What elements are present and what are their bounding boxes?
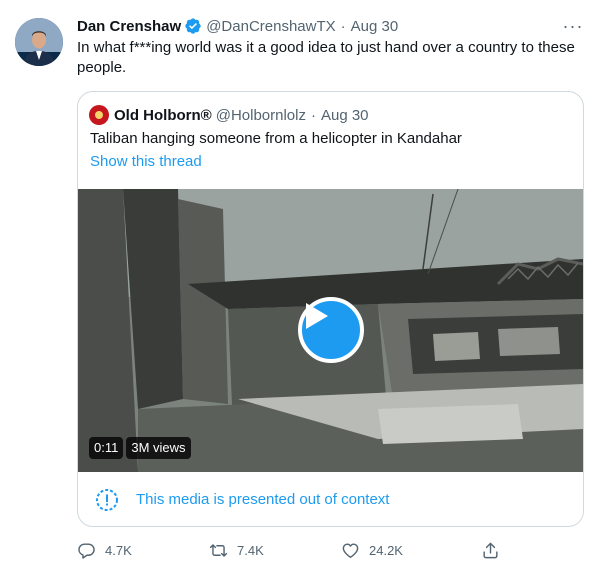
verified-badge-icon [184, 17, 202, 35]
like-button[interactable]: 24.2K [341, 538, 403, 562]
author-handle[interactable]: @DanCrenshawTX [206, 18, 335, 35]
retweet-count: 7.4K [237, 542, 264, 558]
author-avatar[interactable] [15, 18, 63, 66]
quote-author-avatar[interactable] [89, 105, 109, 125]
context-notice[interactable]: This media is presented out of context [78, 472, 583, 526]
author-name[interactable]: Dan Crenshaw [77, 18, 181, 35]
retweet-icon [209, 543, 228, 557]
share-button[interactable] [481, 538, 509, 562]
retweet-button[interactable]: 7.4K [209, 538, 264, 562]
play-icon[interactable] [298, 297, 364, 363]
context-notice-text[interactable]: This media is presented out of context [136, 491, 389, 508]
quote-author-handle[interactable]: @Holbornlolz [216, 107, 306, 124]
video-player[interactable]: 0:11 3M views [78, 189, 583, 472]
like-count: 24.2K [369, 542, 403, 558]
quote-header-separator: · [310, 106, 316, 124]
video-duration: 0:11 [89, 437, 124, 459]
tweet-text: In what f***ing world was it a good idea… [77, 39, 575, 76]
video-badges: 0:11 3M views [89, 437, 191, 459]
share-icon [483, 542, 498, 558]
tweet-actions: 4.7K 7.4K 24.2K [77, 538, 507, 562]
quote-author-name[interactable]: Old Holborn® [114, 107, 212, 124]
heart-icon [342, 542, 359, 558]
quote-text: Taliban hanging someone from a helicopte… [90, 130, 462, 147]
quote-header: Old Holborn® @Holbornlolz · Aug 30 [89, 104, 369, 126]
video-views: 3M views [126, 437, 191, 459]
reply-icon [78, 542, 95, 559]
show-thread-link[interactable]: Show this thread [90, 152, 202, 172]
header-separator: · [340, 17, 346, 35]
quote-date[interactable]: Aug 30 [321, 107, 369, 124]
reply-button[interactable]: 4.7K [77, 538, 132, 562]
reply-count: 4.7K [105, 542, 132, 558]
info-icon [96, 488, 118, 511]
quoted-tweet[interactable]: Old Holborn® @Holbornlolz · Aug 30 Talib… [77, 91, 584, 527]
tweet-date[interactable]: Aug 30 [351, 18, 399, 35]
tweet-card[interactable]: Dan Crenshaw @DanCrenshawTX · Aug 30 ···… [0, 0, 601, 571]
more-icon[interactable]: ··· [562, 15, 584, 37]
tweet-header: Dan Crenshaw @DanCrenshawTX · Aug 30 [77, 15, 398, 37]
